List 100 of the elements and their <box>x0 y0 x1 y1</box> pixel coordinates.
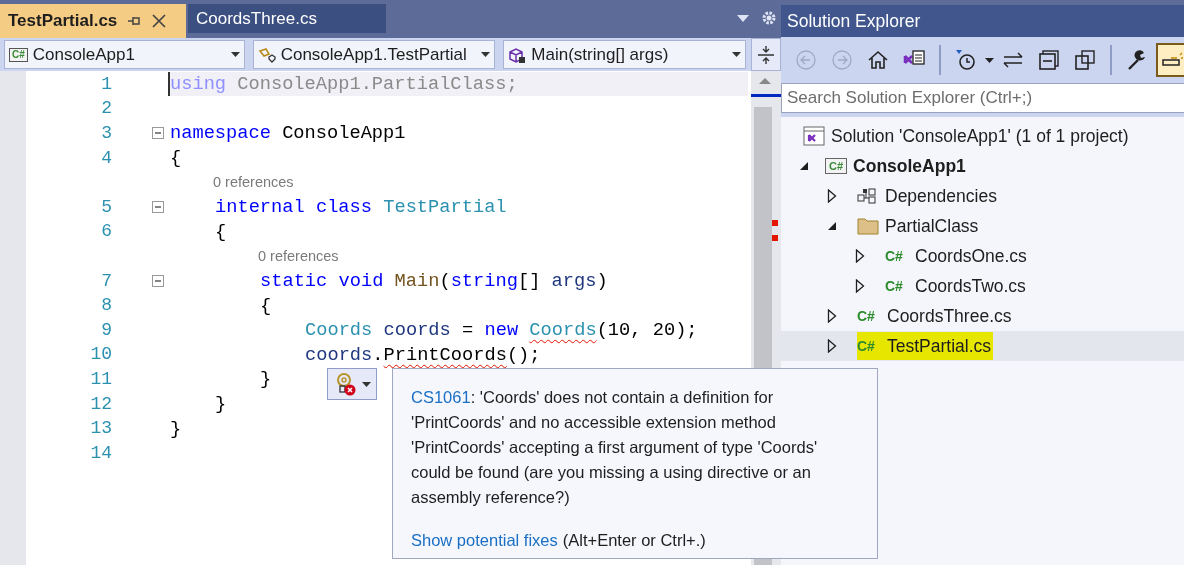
codelens-link[interactable]: 0 references <box>258 245 339 268</box>
code-text: { <box>260 293 272 318</box>
tree-item[interactable]: C# TestPartial.cs <box>857 332 994 360</box>
type-name: Coords <box>305 318 374 343</box>
line-number: 14 <box>89 441 112 465</box>
error-message: CS1061: 'Coords' does not contain a definition for 'PrintCoords' and no accessible extension method 'PrintCoords' accepting a first argument of type 'Coords' could be found (are you missing a using directive or an assembly reference?) <box>411 387 819 508</box>
line-number: 11 <box>89 367 112 391</box>
csharp-label: C# <box>885 246 904 266</box>
dropdown-caret-icon <box>361 381 371 387</box>
code-text: ) <box>596 269 608 294</box>
navigation-dropdown[interactable]: C# ConsoleApp1 <box>4 40 245 69</box>
line-number: 13 <box>89 417 112 441</box>
shortcut-hint: (Alt+Enter or Ctrl+.) <box>562 530 706 551</box>
caret-position-marker <box>751 94 781 97</box>
class-icon <box>257 46 276 63</box>
code-text: (); <box>506 342 541 367</box>
identifier: coords <box>305 342 373 367</box>
dropdown-caret-icon <box>230 52 240 57</box>
type-name: TestPartial <box>383 195 507 220</box>
tree-item[interactable]: C# CoordsOne.cs <box>885 242 1029 270</box>
keyword: new <box>484 318 520 343</box>
csharp-badge: C# <box>9 47 28 62</box>
csharp-label: C# <box>857 306 876 326</box>
dependencies-icon <box>857 186 879 206</box>
csharp-label: C# <box>885 276 904 296</box>
search-field[interactable]: Search Solution Explorer (Ctrl+;) <box>781 83 1184 113</box>
code-text: { <box>215 219 227 244</box>
code-text: [] <box>517 269 542 294</box>
settings-icon[interactable] <box>761 10 777 26</box>
keyword: static void <box>260 269 385 294</box>
line-number: 9 <box>100 318 112 342</box>
line-number: 1 <box>100 72 112 96</box>
tree-item[interactable]: PartialClass <box>857 212 981 240</box>
expanded-icon[interactable] <box>827 221 837 231</box>
panel-title: Solution Explorer <box>787 9 921 33</box>
navigation-dropdown[interactable]: ConsoleApp1.TestPartial <box>252 40 496 69</box>
collapsed-icon[interactable] <box>827 339 837 353</box>
keyword: namespace <box>170 121 272 146</box>
tree-item[interactable]: Solution 'ConsoleApp1' (1 of 1 project) <box>803 122 1131 150</box>
dropdown-caret-icon <box>732 52 742 57</box>
collapse-icon[interactable] <box>152 127 164 140</box>
stacked-windows-icon <box>1073 48 1097 72</box>
codelens-link[interactable]: 0 references <box>213 171 294 194</box>
folder-icon <box>857 216 879 236</box>
split-editor-button[interactable] <box>751 38 781 71</box>
code-text: } <box>215 392 227 416</box>
show-fixes-link[interactable]: Show potential fixes <box>411 528 558 553</box>
close-icon[interactable] <box>151 13 168 29</box>
code-text: ConsoleApp1 <box>282 121 406 146</box>
csharp-badge: C# <box>825 158 848 174</box>
line-number: 3 <box>100 122 112 145</box>
clock-filter-icon <box>954 48 978 72</box>
identifier: coords <box>383 318 451 343</box>
cube-lock-icon <box>508 46 527 63</box>
navigation-dropdown[interactable]: Main(string[] args) <box>503 40 747 69</box>
tree-item[interactable]: C# CoordsTwo.cs <box>885 272 1028 300</box>
split-icon <box>758 45 774 64</box>
method-name: Main <box>394 269 440 294</box>
line-number: 8 <box>100 294 112 318</box>
code-text: } <box>260 367 272 392</box>
collapsed-icon[interactable] <box>855 249 865 263</box>
collapsed-icon[interactable] <box>827 189 837 203</box>
keyword: string <box>450 269 518 294</box>
line-number: 6 <box>100 220 112 244</box>
type-name: Coords <box>529 318 597 343</box>
code-text: } <box>170 416 182 441</box>
keyword: using <box>170 72 228 97</box>
forward-icon <box>830 48 854 72</box>
collapsed-icon[interactable] <box>855 279 865 293</box>
collapse-icon[interactable] <box>152 201 164 214</box>
code-text: = <box>461 318 475 343</box>
tree-item[interactable]: Dependencies <box>857 182 999 210</box>
toolbar-button[interactable] <box>1156 43 1184 77</box>
collapse-all-icon <box>1037 48 1061 72</box>
scroll-up-icon[interactable] <box>759 77 771 85</box>
code-text: PrintCoords <box>383 342 507 367</box>
code-text: . <box>372 342 384 367</box>
csharp-label: C# <box>857 336 876 356</box>
pin-icon[interactable] <box>127 15 142 27</box>
line-number: 2 <box>100 97 112 121</box>
code-text: ConsoleApp1.PartialClass; <box>237 72 518 97</box>
collapse-icon[interactable] <box>152 275 164 288</box>
line-number: 10 <box>89 343 112 367</box>
collapsed-icon[interactable] <box>827 309 837 323</box>
dropdown-caret-icon <box>481 52 491 57</box>
line-number: 7 <box>100 269 112 293</box>
error-code-link[interactable]: CS1061 <box>411 388 471 406</box>
line-number: 4 <box>100 146 112 170</box>
code-text: (10, 20); <box>596 318 698 343</box>
home-icon <box>866 48 890 72</box>
code-text: { <box>170 146 182 171</box>
keyword: internal class <box>215 195 373 220</box>
back-icon <box>794 48 818 72</box>
identifier: args <box>551 269 597 294</box>
tree-item[interactable]: C# CoordsThree.cs <box>857 302 1014 330</box>
dropdown-caret-icon[interactable] <box>985 57 994 63</box>
line-number: 5 <box>100 195 112 219</box>
light-bulb-button[interactable] <box>327 368 377 400</box>
line-number: 12 <box>89 392 112 416</box>
expanded-icon[interactable] <box>799 161 809 171</box>
